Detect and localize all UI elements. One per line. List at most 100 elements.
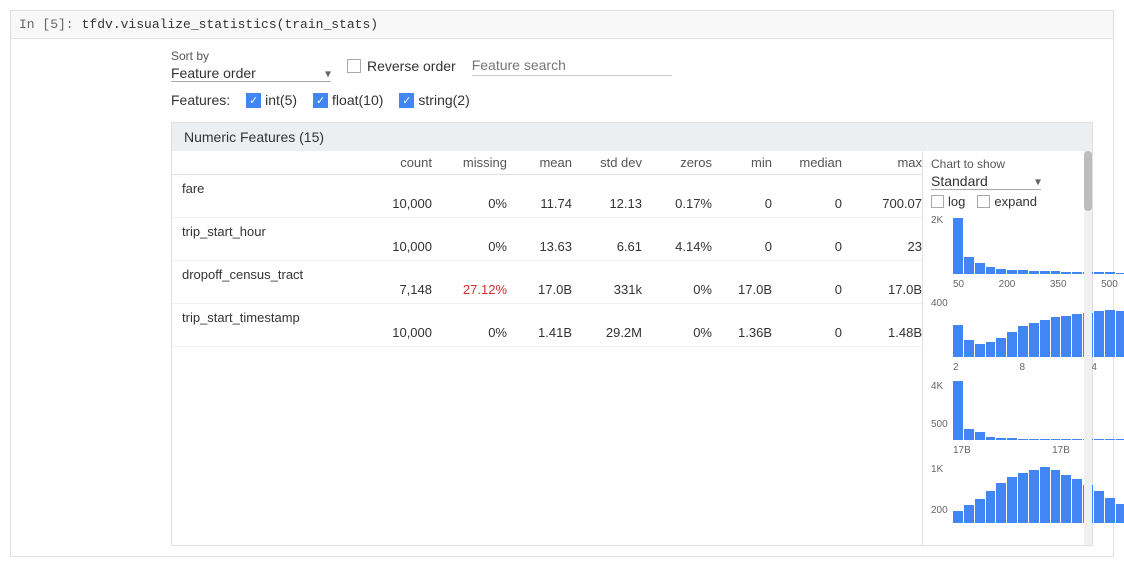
bar — [1018, 473, 1028, 523]
reverse-order-label: Reverse order — [367, 58, 456, 74]
sort-select-wrapper: Feature order ▾ — [171, 65, 331, 82]
td-count-fare: 10,000 — [352, 196, 432, 211]
th-count: count — [352, 155, 432, 170]
bar — [1051, 439, 1061, 440]
chart-y-top-dropoff: 4K — [931, 381, 943, 392]
int-label: int(5) — [265, 92, 297, 108]
expand-option: expand — [977, 194, 1037, 209]
feature-type-string[interactable]: ✓ string(2) — [399, 92, 469, 108]
log-checkbox[interactable] — [931, 195, 944, 208]
bar — [1061, 475, 1071, 523]
feature-name-row-dropoff: dropoff_census_tract — [172, 267, 922, 282]
bars-fare — [953, 215, 1124, 274]
bar — [1051, 271, 1061, 274]
bar — [1018, 270, 1028, 274]
scrollbar-thumb[interactable] — [1084, 151, 1092, 211]
td-mean-timestamp: 1.41B — [507, 325, 572, 340]
bar — [953, 218, 963, 274]
bar — [1072, 272, 1082, 274]
feature-name-row-trip-start-hour: trip_start_hour — [172, 224, 922, 239]
bar — [964, 257, 974, 274]
td-median-dropoff: 0 — [772, 282, 842, 297]
td-max-fare: 700.07 — [842, 196, 922, 211]
td-count-timestamp: 10,000 — [352, 325, 432, 340]
scrollbar-track[interactable] — [1084, 151, 1092, 545]
td-mean-dropoff: 17.0B — [507, 282, 572, 297]
bar — [1018, 439, 1028, 440]
int-checkbox[interactable]: ✓ — [246, 93, 261, 108]
bar — [975, 263, 985, 274]
x-label: 50 — [953, 279, 964, 290]
bar — [975, 432, 985, 440]
features-filter-label: Features: — [171, 92, 230, 108]
sort-by-group: Sort by Feature order ▾ — [171, 49, 331, 82]
bar — [1094, 272, 1104, 274]
bar — [1094, 439, 1104, 440]
bar — [996, 269, 1006, 274]
bar — [1051, 317, 1061, 357]
bars-timestamp — [953, 464, 1124, 523]
chart-trip-start-hour: 400 — [931, 298, 1124, 373]
string-checkbox[interactable]: ✓ — [399, 93, 414, 108]
bar — [996, 438, 1006, 440]
td-count-trip-start-hour: 10,000 — [352, 239, 432, 254]
bars-dropoff — [953, 381, 1124, 440]
bar — [953, 381, 963, 440]
td-zeros-fare: 0.17% — [642, 196, 712, 211]
th-missing: missing — [432, 155, 507, 170]
bars-trip-start-hour — [953, 298, 1124, 357]
cell-code: tfdv.visualize_statistics(train_stats) — [82, 17, 378, 32]
bar — [1072, 439, 1082, 440]
feature-search-input[interactable] — [472, 55, 672, 76]
bar — [1051, 470, 1061, 523]
feature-name-fare: fare — [172, 181, 352, 196]
chart-y-top-fare: 2K — [931, 215, 943, 226]
bar — [953, 511, 963, 523]
td-max-trip-start-hour: 23 — [842, 239, 922, 254]
sort-by-select[interactable]: Feature order — [171, 65, 331, 82]
data-table: count missing mean std dev zeros min med… — [172, 151, 922, 545]
x-label: 2 — [953, 362, 959, 373]
expand-checkbox[interactable] — [977, 195, 990, 208]
td-zeros-trip-start-hour: 4.14% — [642, 239, 712, 254]
td-count-dropoff: 7,148 — [352, 282, 432, 297]
float-label: float(10) — [332, 92, 383, 108]
td-max-dropoff: 17.0B — [842, 282, 922, 297]
bar — [1116, 504, 1124, 523]
feature-type-int[interactable]: ✓ int(5) — [246, 92, 297, 108]
chart-type-select[interactable]: Standard Quantiles Top-k values — [931, 173, 1041, 190]
bar — [1105, 498, 1115, 523]
th-zeros: zeros — [642, 155, 712, 170]
feature-name-row-fare: fare — [172, 181, 922, 196]
reverse-order-checkbox[interactable] — [347, 59, 361, 73]
x-label: 17B — [953, 445, 971, 456]
bar — [996, 338, 1006, 357]
float-checkbox[interactable]: ✓ — [313, 93, 328, 108]
th-median: median — [772, 155, 842, 170]
chart-dropoff: 4K 500 — [931, 381, 1124, 456]
bar — [1061, 439, 1071, 440]
th-min: min — [712, 155, 772, 170]
feature-type-float[interactable]: ✓ float(10) — [313, 92, 383, 108]
chart-y-top-timestamp: 1K — [931, 464, 943, 475]
bar — [964, 429, 974, 440]
td-missing-dropoff: 27.12% — [432, 282, 507, 297]
bar — [1040, 320, 1050, 357]
x-label: 200 — [999, 279, 1016, 290]
bar — [1029, 271, 1039, 274]
feature-name-row-timestamp: trip_start_timestamp — [172, 310, 922, 325]
bar — [1094, 311, 1104, 357]
chart-y-top-trip-start-hour: 400 — [931, 298, 948, 309]
td-min-dropoff: 17.0B — [712, 282, 772, 297]
bar — [1018, 326, 1028, 357]
log-label: log — [948, 194, 965, 209]
cell-output: Sort by Feature order ▾ Reverse order Fe… — [11, 39, 1113, 556]
chart-type-select-wrapper: Standard Quantiles Top-k values ▾ — [931, 173, 1041, 190]
cell-label: In [5]: — [19, 17, 74, 32]
bar — [975, 499, 985, 523]
bar — [1105, 272, 1115, 274]
td-zeros-timestamp: 0% — [642, 325, 712, 340]
bar — [1116, 273, 1124, 274]
bar — [1040, 439, 1050, 440]
td-stddev-timestamp: 29.2M — [572, 325, 642, 340]
